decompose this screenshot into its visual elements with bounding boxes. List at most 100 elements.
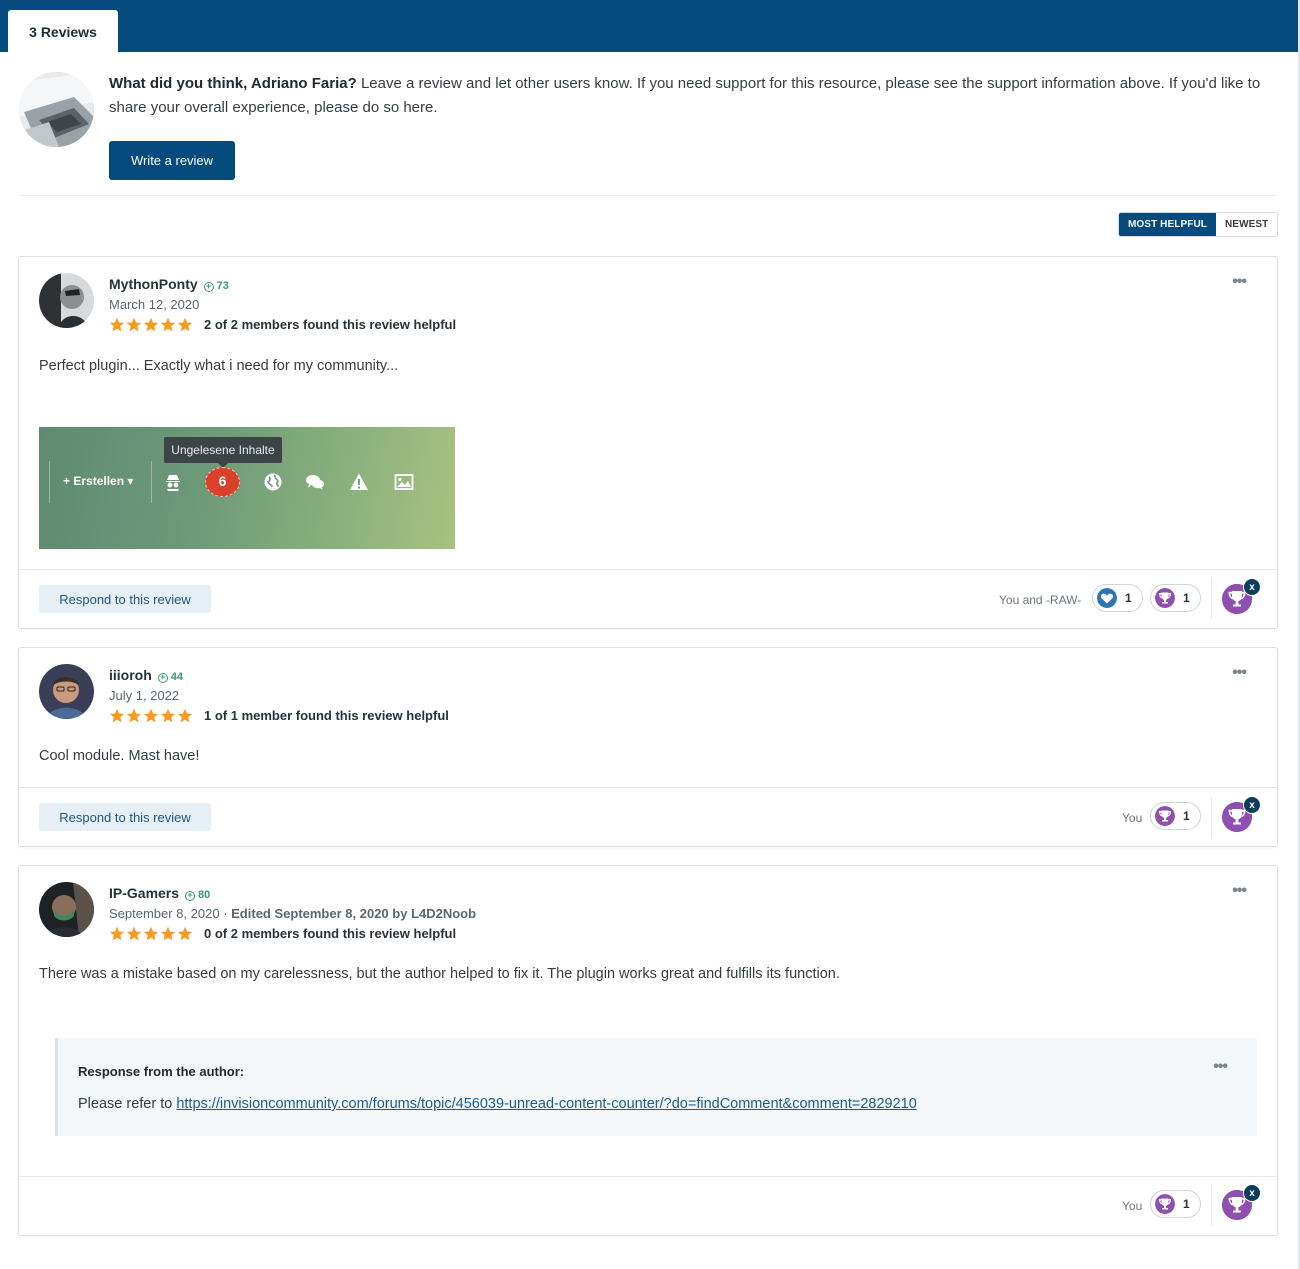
respond-button[interactable]: Respond to this review (39, 803, 211, 831)
review-prompt: What did you think, Adriano Faria? Leave… (109, 72, 1269, 120)
more-options-icon[interactable]: ••• (1232, 273, 1247, 291)
helpful-count: 2 of 2 members found this review helpful (204, 317, 457, 332)
review-body: Perfect plugin... Exactly what i need fo… (39, 358, 399, 374)
review-card: IP-Gamers +80 September 8, 2020 · Edited … (18, 865, 1278, 1236)
review-date: September 8, 2020 · Edited September 8, … (109, 906, 477, 921)
unread-count-badge: 6 (205, 467, 240, 497)
trophy-reaction[interactable]: 1 (1150, 1190, 1201, 1218)
header-bar: 3 Reviews (0, 0, 1298, 52)
write-review-button[interactable]: Write a review (109, 141, 235, 180)
helpful-count: 1 of 1 member found this review helpful (204, 708, 449, 723)
star-icon (160, 708, 176, 723)
reacted-by[interactable]: You and -RAW- (999, 593, 1081, 607)
more-options-icon[interactable]: ••• (1232, 664, 1247, 682)
reaction-count: 1 (1183, 1197, 1190, 1211)
sort-newest-button[interactable]: NEWEST (1216, 213, 1277, 236)
avatar[interactable] (39, 664, 94, 719)
star-rating (109, 708, 193, 724)
sort-most-helpful-button[interactable]: MOST HELPFUL (1119, 213, 1216, 236)
close-icon[interactable]: x (1243, 796, 1261, 814)
tooltip: Ungelesene Inhalte (164, 437, 282, 468)
author-name[interactable]: MythonPonty (109, 276, 198, 292)
response-body: Please refer to https://invisioncommunit… (78, 1096, 917, 1112)
star-icon (109, 317, 125, 332)
reacted-by[interactable]: You (1122, 1199, 1142, 1213)
review-author[interactable]: iiioroh +44 (109, 667, 183, 683)
tab-reviews[interactable]: 3 Reviews (8, 10, 118, 52)
close-icon[interactable]: x (1243, 578, 1261, 596)
create-menu-label: + Erstellen ▾ (63, 474, 134, 488)
trophy-reaction-icon (1155, 1194, 1175, 1214)
star-icon (126, 708, 142, 723)
reputation-badge: +80 (185, 889, 210, 901)
review-card: MythonPonty +73 March 12, 2020 2 of 2 mem… (18, 256, 1278, 629)
current-user-avatar[interactable] (19, 72, 94, 147)
reacted-by[interactable]: You (1122, 811, 1142, 825)
star-icon (109, 708, 125, 723)
star-icon (143, 708, 159, 723)
divider (1211, 1185, 1212, 1225)
review-author[interactable]: IP-Gamers +80 (109, 885, 210, 901)
divider (151, 461, 152, 503)
response-link[interactable]: https://invisioncommunity.com/forums/top… (176, 1096, 916, 1112)
star-icon (126, 317, 142, 332)
helpful-count: 0 of 2 members found this review helpful (204, 926, 457, 941)
review-prompt-greeting: What did you think, Adriano Faria? (109, 75, 357, 92)
reputation-count: 80 (198, 889, 211, 901)
trophy-reaction[interactable]: 1 (1150, 802, 1201, 830)
divider (49, 461, 50, 503)
star-icon (177, 317, 193, 332)
star-rating (109, 317, 193, 333)
star-icon (160, 317, 176, 332)
heart-reaction-icon (1097, 588, 1117, 608)
author-name[interactable]: iiioroh (109, 667, 152, 683)
divider (19, 569, 1277, 570)
respond-button[interactable]: Respond to this review (39, 585, 211, 613)
divider (19, 195, 1277, 196)
attached-screenshot[interactable]: + Erstellen ▾ Ungelesene Inhalte 6 (39, 427, 455, 549)
star-icon (109, 926, 125, 941)
more-options-icon[interactable]: ••• (1232, 882, 1247, 900)
divider (19, 787, 1277, 788)
reputation-badge: +73 (203, 280, 229, 292)
response-options-icon[interactable]: ••• (1213, 1058, 1228, 1076)
review-date-text: September 8, 2020 (109, 906, 220, 921)
divider (1211, 579, 1212, 619)
author-name[interactable]: IP-Gamers (109, 885, 179, 901)
reputation-count: 73 (216, 280, 229, 292)
review-date: July 1, 2022 (109, 688, 180, 703)
divider (1211, 797, 1212, 837)
reaction-count: 1 (1183, 591, 1190, 605)
star-icon (126, 926, 142, 941)
trophy-reaction-icon (1155, 588, 1175, 608)
edited-by-user[interactable]: L4D2Noob (411, 906, 476, 921)
spy-icon (166, 475, 180, 491)
star-icon (177, 708, 193, 723)
review-author[interactable]: MythonPonty +73 (109, 276, 229, 292)
plus-icon: + (185, 891, 196, 901)
star-rating (109, 926, 193, 942)
close-icon[interactable]: x (1243, 1184, 1261, 1202)
author-response: Response from the author: ••• Please ref… (55, 1038, 1257, 1136)
trophy-reaction-icon (1155, 806, 1175, 826)
globe-icon (264, 473, 282, 491)
image-icon (394, 474, 414, 490)
heart-reaction[interactable]: 1 (1092, 584, 1143, 612)
divider (19, 1176, 1277, 1177)
star-icon (143, 317, 159, 332)
star-icon (143, 926, 159, 941)
review-card: iiioroh +44 July 1, 2022 1 of 1 member fo… (18, 647, 1278, 847)
sort-toggle: MOST HELPFUL NEWEST (1118, 212, 1279, 237)
star-icon (160, 926, 176, 941)
review-date: March 12, 2020 (109, 297, 200, 312)
comments-icon (306, 475, 324, 490)
reputation-badge: +44 (157, 671, 184, 683)
reputation-count: 44 (170, 671, 184, 683)
avatar[interactable] (39, 273, 94, 328)
trophy-reaction[interactable]: 1 (1150, 584, 1201, 612)
create-label: Erstellen (73, 474, 125, 488)
edited-note: Edited September 8, 2020 by (231, 906, 408, 921)
avatar[interactable] (39, 882, 94, 937)
reaction-count: 1 (1125, 591, 1132, 605)
star-icon (177, 926, 193, 941)
